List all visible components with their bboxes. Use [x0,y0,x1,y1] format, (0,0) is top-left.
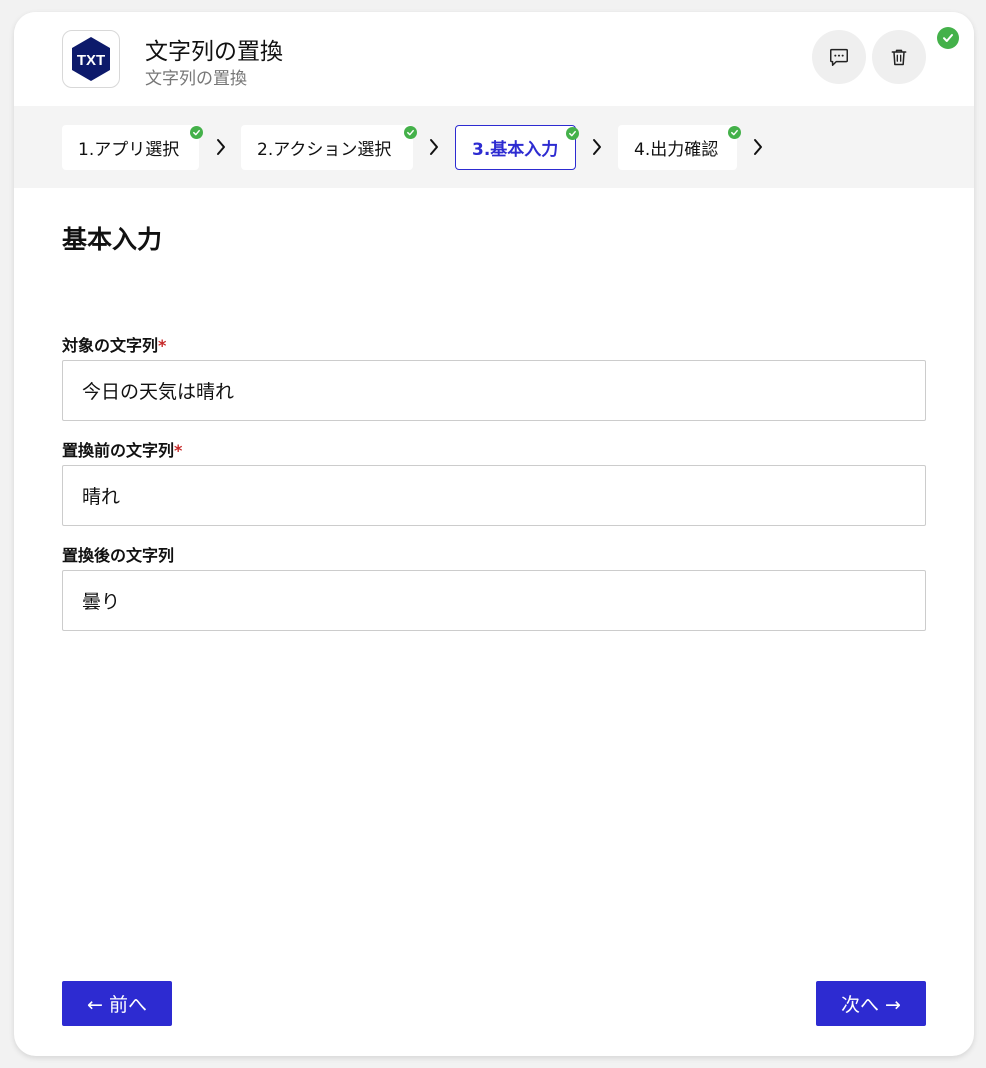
step-complete-icon [728,126,741,139]
step-complete-icon [190,126,203,139]
step-app-select[interactable]: 1.アプリ選択 [62,125,203,170]
step-complete-icon [404,126,417,139]
next-button[interactable]: 次へ → [816,981,926,1026]
field-label-target-string: 対象の文字列* [62,332,166,356]
step-action-select[interactable]: 2.アクション選択 [241,125,417,170]
section-title: 基本入力 [62,225,163,254]
required-mark: * [158,336,167,355]
delete-button[interactable] [872,30,926,84]
app-icon-text: TXT [77,52,105,69]
step-basic-input[interactable]: 3.基本入力 [455,125,579,170]
trash-icon [891,49,907,66]
step-progress-bar: 1.アプリ選択 2.アクション選択 3.基本入力 4.出力確認 [14,106,974,188]
field-label-text: 置換後の文字列 [62,546,175,565]
field-label-text: 対象の文字列 [62,336,159,355]
required-mark: * [174,441,183,460]
previous-button[interactable]: ← 前へ [62,981,172,1026]
step-complete-icon [566,127,579,140]
chevron-right-icon [590,138,604,156]
field-label-text: 置換前の文字列 [62,441,175,460]
app-title: 文字列の置換 [145,39,283,65]
chevron-right-icon [751,138,765,156]
field-label-search-string: 置換前の文字列* [62,437,182,461]
field-label-replace-string: 置換後の文字列 [62,542,174,566]
check-circle-icon [937,27,959,49]
step-label: 4.出力確認 [634,140,719,160]
app-icon: TXT [62,30,120,88]
chevron-right-icon [427,138,441,156]
search-string-input[interactable] [62,465,926,526]
step-label: 3.基本入力 [472,140,559,160]
step-label: 1.アプリ選択 [78,140,180,160]
header: TXT 文字列の置換 文字列の置換 [14,12,974,106]
step-output-check[interactable]: 4.出力確認 [618,125,741,170]
target-string-input[interactable] [62,360,926,421]
replace-string-input[interactable] [62,570,926,631]
app-subtitle: 文字列の置換 [145,69,247,89]
step-card: TXT 文字列の置換 文字列の置換 1.アプリ選択 2.アクション選択 3.基本… [14,12,974,1056]
comment-icon [830,48,848,66]
step-label: 2.アクション選択 [257,140,392,160]
chevron-right-icon [214,138,228,156]
comment-button[interactable] [812,30,866,84]
txt-hexagon-icon: TXT [72,37,110,81]
